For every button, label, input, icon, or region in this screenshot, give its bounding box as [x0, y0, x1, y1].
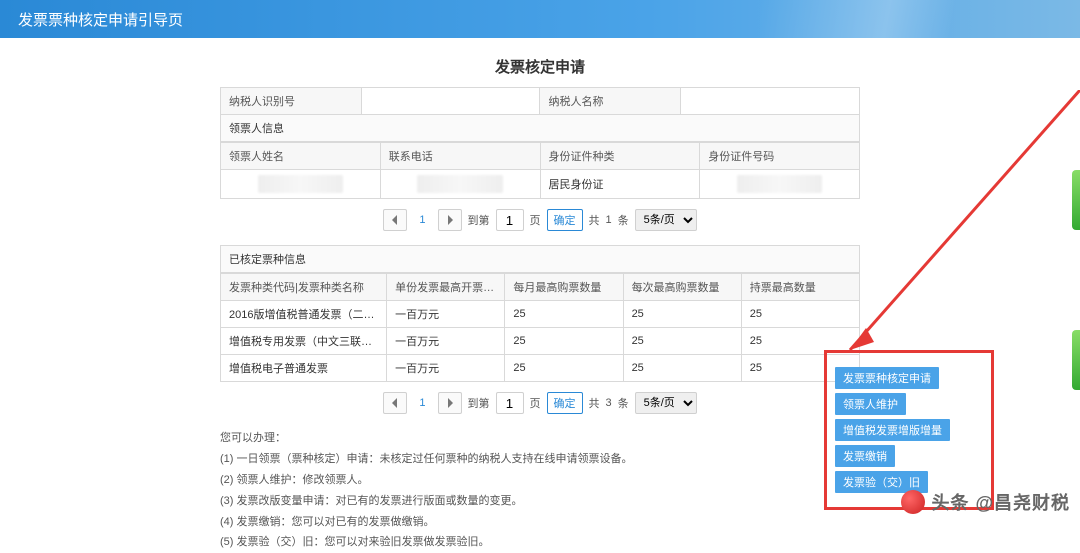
cell-monthly-max: 25	[505, 301, 623, 328]
chevron-left-icon	[390, 398, 400, 408]
help-line: (1) 一日领票（票种核定）申请：未核定过任何票种的纳税人支持在线申请领票设备。	[220, 449, 860, 470]
pager-2: 1 到第 页 确定 共 3 条 5条/页	[220, 392, 860, 414]
taxpayer-name-value	[681, 88, 860, 115]
app-header: 发票票种核定申请引导页	[0, 0, 1080, 38]
jump-label-post: 页	[530, 212, 541, 228]
cell-code-name: 增值税专用发票（中文三联无…	[221, 328, 387, 355]
taxpayer-id-value	[361, 88, 540, 115]
action-invoice-type[interactable]: 发票票种核定申请	[835, 367, 939, 389]
chevron-left-icon	[390, 215, 400, 225]
verified-section-table: 已核定票种信息	[220, 245, 860, 273]
col-code-name: 发票种类代码|发票种类名称	[221, 274, 387, 301]
recipient-name-value	[221, 170, 381, 199]
watermark: 头条 @昌尧财税	[901, 489, 1070, 515]
chevron-right-icon	[445, 398, 455, 408]
help-line: (4) 发票缴销：您可以对已有的发票做缴销。	[220, 512, 860, 533]
next-button[interactable]	[438, 209, 462, 231]
jump-confirm-button[interactable]: 确定	[547, 392, 583, 414]
total-pre: 共	[589, 212, 600, 228]
taxpayer-id-label: 纳税人识别号	[221, 88, 362, 115]
action-panel: 发票票种核定申请 领票人维护 增值税发票增版增量 发票缴销 发票验（交）旧	[824, 350, 994, 510]
total-post: 条	[618, 395, 629, 411]
page-title: 发票核定申请	[220, 56, 860, 77]
col-monthly-max: 每月最高购票数量	[505, 274, 623, 301]
col-recipient-idno: 身份证件号码	[700, 143, 860, 170]
jump-input[interactable]	[496, 392, 524, 414]
jump-input[interactable]	[496, 209, 524, 231]
chevron-right-icon	[445, 215, 455, 225]
verified-table: 发票种类代码|发票种类名称 单份发票最高开票金额 每月最高购票数量 每次最高购票…	[220, 273, 860, 382]
cell-per-max: 25	[623, 355, 741, 382]
cell-code-name: 增值税电子普通发票	[221, 355, 387, 382]
col-recipient-idtype: 身份证件种类	[540, 143, 700, 170]
jump-confirm-button[interactable]: 确定	[547, 209, 583, 231]
cell-max-amount: 一百万元	[387, 301, 505, 328]
next-button[interactable]	[438, 392, 462, 414]
table-row: 2016版增值税普通发票（二联… 一百万元 25 25 25	[221, 301, 860, 328]
table-row: 增值税专用发票（中文三联无… 一百万元 25 25 25	[221, 328, 860, 355]
cell-code-name: 2016版增值税普通发票（二联…	[221, 301, 387, 328]
page-size-select[interactable]: 5条/页	[635, 209, 697, 231]
help-heading: 您可以办理：	[220, 428, 860, 449]
cell-hold-max: 25	[741, 301, 859, 328]
prev-button[interactable]	[383, 209, 407, 231]
help-block: 您可以办理： (1) 一日领票（票种核定）申请：未核定过任何票种的纳税人支持在线…	[220, 428, 860, 553]
table-row: 增值税电子普通发票 一百万元 25 25 25	[221, 355, 860, 382]
taxpayer-name-label: 纳税人名称	[540, 88, 681, 115]
taxpayer-table: 纳税人识别号 纳税人名称 领票人信息	[220, 87, 860, 142]
action-recipient-maint[interactable]: 领票人维护	[835, 393, 906, 415]
cell-max-amount: 一百万元	[387, 328, 505, 355]
prev-button[interactable]	[383, 392, 407, 414]
watermark-text: 头条 @昌尧财税	[931, 489, 1070, 515]
help-line: (2) 领票人维护：修改领票人。	[220, 470, 860, 491]
cell-monthly-max: 25	[505, 328, 623, 355]
annotation-arrow	[830, 90, 1080, 370]
cell-monthly-max: 25	[505, 355, 623, 382]
total-count: 1	[606, 214, 612, 226]
col-per-max: 每次最高购票数量	[623, 274, 741, 301]
cell-per-max: 25	[623, 301, 741, 328]
side-handle-icon[interactable]	[1072, 330, 1080, 390]
col-hold-max: 持票最高数量	[741, 274, 859, 301]
col-recipient-phone: 联系电话	[380, 143, 540, 170]
recipient-section: 领票人信息	[221, 115, 860, 142]
col-max-amount: 单份发票最高开票金额	[387, 274, 505, 301]
action-invoice-cancel[interactable]: 发票缴销	[835, 445, 895, 467]
recipient-idtype-value: 居民身份证	[540, 170, 700, 199]
total-post: 条	[618, 212, 629, 228]
total-pre: 共	[589, 395, 600, 411]
col-recipient-name: 领票人姓名	[221, 143, 381, 170]
pager-1: 1 到第 页 确定 共 1 条 5条/页	[220, 209, 860, 231]
action-vat-increase[interactable]: 增值税发票增版增量	[835, 419, 950, 441]
recipient-table: 领票人姓名 联系电话 身份证件种类 身份证件号码 居民身份证	[220, 142, 860, 199]
total-count: 3	[606, 397, 612, 409]
recipient-row: 居民身份证	[221, 170, 860, 199]
verified-section: 已核定票种信息	[221, 246, 860, 273]
help-line: (5) 发票验（交）旧：您可以对来验旧发票做发票验旧。	[220, 532, 860, 553]
help-line: (3) 发票改版变量申请：对已有的发票进行版面或数量的变更。	[220, 491, 860, 512]
page-current[interactable]: 1	[413, 214, 431, 226]
jump-label-post: 页	[530, 395, 541, 411]
recipient-phone-value	[380, 170, 540, 199]
cell-per-max: 25	[623, 328, 741, 355]
recipient-idno-value	[700, 170, 860, 199]
jump-label: 到第	[468, 395, 490, 411]
cell-max-amount: 一百万元	[387, 355, 505, 382]
page-size-select[interactable]: 5条/页	[635, 392, 697, 414]
main-content: 发票核定申请 纳税人识别号 纳税人名称 领票人信息 领票人姓名 联系电话 身份证…	[220, 56, 860, 553]
jump-label: 到第	[468, 212, 490, 228]
header-title: 发票票种核定申请引导页	[18, 9, 183, 30]
side-handle-icon[interactable]	[1072, 170, 1080, 230]
watermark-logo-icon	[901, 490, 925, 514]
page-current[interactable]: 1	[413, 397, 431, 409]
